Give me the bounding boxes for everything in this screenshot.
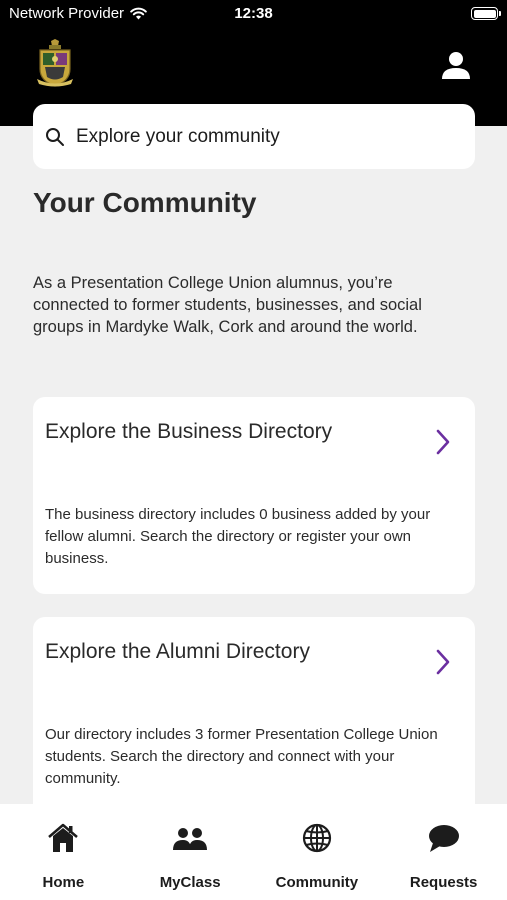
- card-title: Explore the Business Directory: [45, 420, 333, 443]
- battery-icon: [471, 7, 501, 20]
- clock: 12:38: [234, 5, 273, 22]
- tab-home[interactable]: Home: [0, 804, 127, 900]
- tab-label: Requests: [409, 874, 478, 891]
- page-title: Your Community: [33, 187, 257, 218]
- tab-label: Home: [42, 874, 85, 891]
- chevron-right-icon[interactable]: [433, 648, 453, 676]
- tab-myclass[interactable]: MyClass: [127, 804, 254, 900]
- college-crest-logo: [37, 39, 73, 87]
- profile-icon[interactable]: [440, 49, 472, 81]
- home-icon: [48, 823, 79, 852]
- intro-text: As a Presentation College Union alumnus,…: [33, 274, 422, 336]
- chevron-right-icon[interactable]: [433, 428, 453, 456]
- business-directory-card[interactable]: Explore the Business Directory The busin…: [33, 397, 475, 594]
- tab-label: MyClass: [159, 874, 221, 891]
- tab-community[interactable]: Community: [254, 804, 381, 900]
- chat-bubble-icon: [428, 825, 459, 852]
- people-icon: [173, 828, 208, 850]
- search-input[interactable]: [76, 125, 456, 148]
- card-title: Explore the Alumni Directory: [45, 640, 310, 663]
- globe-icon: [302, 823, 331, 853]
- card-description: The business directory includes 0 busine…: [45, 506, 431, 567]
- search-bar[interactable]: [33, 104, 475, 169]
- status-bar: Network Provider 12:38: [0, 0, 507, 28]
- tab-requests[interactable]: Requests: [380, 804, 507, 900]
- search-icon: [46, 127, 64, 146]
- tab-label: Community: [275, 874, 359, 891]
- card-description: Our directory includes 3 former Presenta…: [45, 726, 438, 787]
- alumni-directory-card[interactable]: Explore the Alumni Directory Our directo…: [33, 617, 475, 817]
- tab-bar: Home MyClass Community Requests: [0, 804, 507, 900]
